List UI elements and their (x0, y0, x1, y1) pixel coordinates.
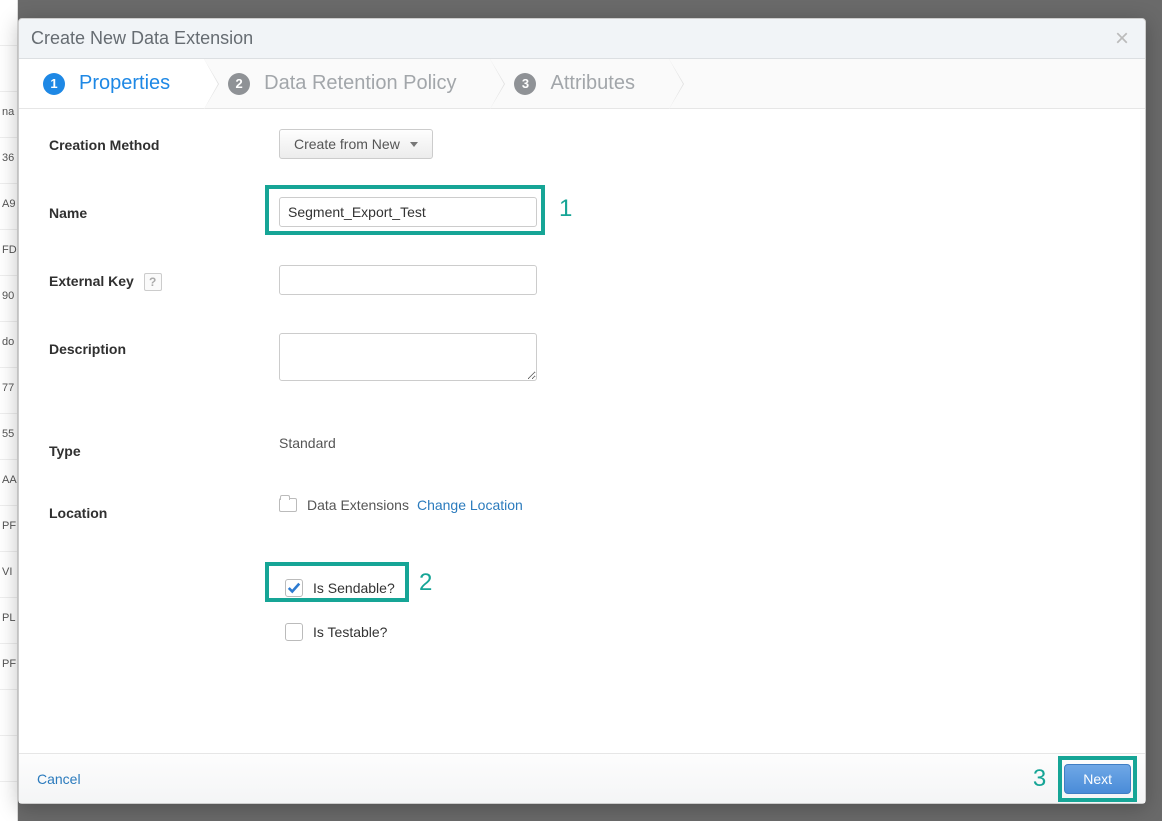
row-is-sendable: Is Sendable? (49, 575, 1145, 601)
cancel-button[interactable]: Cancel (33, 765, 85, 793)
wizard-step-data-retention[interactable]: 2 Data Retention Policy (204, 59, 490, 108)
wizard-step-badge: 2 (228, 73, 250, 95)
wizard-step-properties[interactable]: 1 Properties (19, 59, 204, 108)
row-is-testable: Is Testable? (49, 619, 1145, 645)
is-testable-label: Is Testable? (313, 624, 387, 640)
check-icon (287, 581, 301, 595)
label-external-key: External Key ? (49, 265, 279, 291)
type-value: Standard (279, 435, 336, 451)
modal-footer: Cancel 3 Next (19, 753, 1145, 803)
wizard-step-label: Data Retention Policy (264, 72, 456, 95)
is-testable-checkbox[interactable] (285, 623, 303, 641)
wizard-steps: 1 Properties 2 Data Retention Policy 3 A… (19, 59, 1145, 109)
external-key-input[interactable] (279, 265, 537, 295)
modal-header: Create New Data Extension × (19, 19, 1145, 59)
label-external-key-text: External Key (49, 273, 134, 289)
help-icon[interactable]: ? (144, 273, 162, 291)
row-creation-method: Creation Method Create from New (49, 129, 1145, 159)
wizard-step-badge: 3 (514, 73, 536, 95)
description-textarea[interactable] (279, 333, 537, 381)
wizard-step-label: Properties (79, 72, 170, 95)
background-table-edge: na36A9FD90do7755AAPFVIPLPF (0, 0, 18, 821)
is-sendable-control[interactable]: Is Sendable? (279, 575, 401, 601)
creation-method-selected: Create from New (294, 136, 400, 152)
row-type: Type Standard (49, 435, 1145, 459)
annotation-number-3: 3 (1033, 765, 1046, 793)
label-type: Type (49, 435, 279, 459)
close-icon[interactable]: × (1115, 27, 1129, 51)
creation-method-dropdown[interactable]: Create from New (279, 129, 433, 159)
wizard-step-label: Attributes (550, 72, 634, 95)
row-external-key: External Key ? (49, 265, 1145, 295)
is-sendable-label: Is Sendable? (313, 580, 395, 596)
create-data-extension-modal: Create New Data Extension × 1 Properties… (18, 18, 1146, 804)
label-name: Name (49, 197, 279, 221)
is-testable-control[interactable]: Is Testable? (279, 619, 393, 645)
row-location: Location Data Extensions Change Location (49, 497, 1145, 521)
folder-icon (279, 498, 297, 512)
caret-down-icon (410, 142, 418, 147)
modal-title: Create New Data Extension (31, 28, 253, 49)
name-input[interactable] (279, 197, 537, 227)
is-sendable-checkbox[interactable] (285, 579, 303, 597)
wizard-step-badge: 1 (43, 73, 65, 95)
label-location: Location (49, 497, 279, 521)
row-description: Description (49, 333, 1145, 381)
next-button[interactable]: Next (1064, 764, 1131, 794)
label-creation-method: Creation Method (49, 129, 279, 153)
change-location-link[interactable]: Change Location (417, 497, 523, 513)
label-description: Description (49, 333, 279, 357)
wizard-step-attributes[interactable]: 3 Attributes (490, 59, 668, 108)
row-name: Name (49, 197, 1145, 227)
location-folder: Data Extensions (307, 497, 409, 513)
modal-body: Creation Method Create from New Name Ext… (19, 109, 1145, 753)
